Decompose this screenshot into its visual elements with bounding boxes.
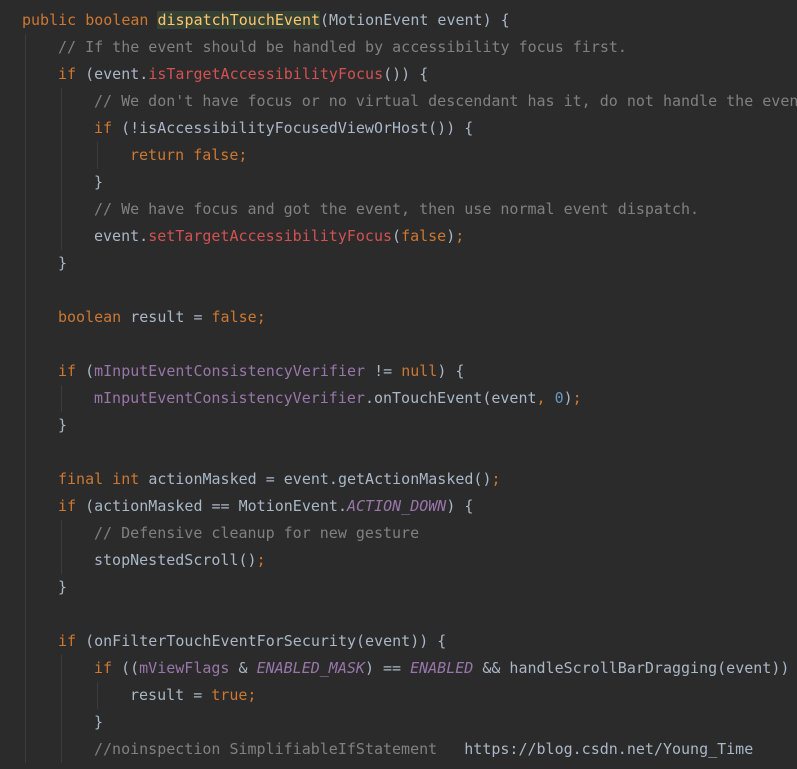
code-token: https://blog.csdn.net/Young_Time xyxy=(437,740,754,758)
code-token: if xyxy=(58,497,86,515)
code-token: ) { xyxy=(437,362,465,380)
code-token: return false xyxy=(130,146,239,164)
code-token: .onTouchEvent(event xyxy=(364,389,537,407)
code-token: ) xyxy=(563,389,573,407)
code-line[interactable]: } xyxy=(0,709,797,736)
code-token: if xyxy=(58,362,86,380)
code-token: & xyxy=(229,659,257,677)
code-token: != xyxy=(365,362,402,380)
code-token: } xyxy=(58,416,68,434)
code-token: && handleScrollBarDragging(event)) { xyxy=(473,659,797,677)
code-token: ENABLED_MASK xyxy=(256,659,365,677)
code-token: event. xyxy=(94,227,149,245)
code-token: // If the event should be handled by acc… xyxy=(58,38,627,56)
code-editor[interactable]: public boolean dispatchTouchEvent(Motion… xyxy=(0,0,797,769)
code-token: , xyxy=(536,389,555,407)
code-token: mInputEventConsistencyVerifier xyxy=(94,362,366,380)
code-line[interactable]: event.setTargetAccessibilityFocus(false)… xyxy=(0,223,797,250)
code-line[interactable]: public boolean dispatchTouchEvent(Motion… xyxy=(0,7,797,34)
code-line[interactable]: stopNestedScroll(); xyxy=(0,547,797,574)
code-token: (onFilterTouchEventForSecurity(event)) { xyxy=(85,632,447,650)
code-token: public boolean xyxy=(22,11,158,29)
code-token: 0 xyxy=(554,389,564,407)
code-line[interactable]: if (actionMasked == MotionEvent.ACTION_D… xyxy=(0,493,797,520)
code-line[interactable]: } xyxy=(0,574,797,601)
code-token: stopNestedScroll() xyxy=(94,551,257,569)
code-token: ; xyxy=(455,227,465,245)
code-token: // We have focus and got the event, then… xyxy=(94,200,700,218)
code-line[interactable]: } xyxy=(0,250,797,277)
code-token: ENABLED xyxy=(410,659,474,677)
code-line[interactable]: // We don't have focus or no virtual des… xyxy=(0,88,797,115)
code-token: ; xyxy=(572,389,582,407)
code-token: if xyxy=(58,65,86,83)
code-line[interactable]: if (!isAccessibilityFocusedViewOrHost())… xyxy=(0,115,797,142)
code-line[interactable]: if ((mViewFlags & ENABLED_MASK) == ENABL… xyxy=(0,655,797,682)
code-token: ()) { xyxy=(383,65,429,83)
code-line[interactable] xyxy=(0,601,797,628)
code-line[interactable]: boolean result = false; xyxy=(0,304,797,331)
code-token: null xyxy=(401,362,438,380)
code-token: dispatchTouchEvent xyxy=(157,11,321,29)
code-token: mInputEventConsistencyVerifier xyxy=(94,389,365,407)
code-token: (( xyxy=(121,659,140,677)
code-token: //noinspection SimplifiableIfStatement xyxy=(94,740,438,758)
code-line[interactable]: return false; xyxy=(0,142,797,169)
code-line[interactable]: if (mInputEventConsistencyVerifier != nu… xyxy=(0,358,797,385)
code-token: result = xyxy=(130,686,212,704)
code-token: // Defensive cleanup for new gesture xyxy=(94,524,420,542)
code-line[interactable] xyxy=(0,331,797,358)
code-line[interactable]: result = true; xyxy=(0,682,797,709)
code-token: ( xyxy=(85,362,95,380)
code-line[interactable]: if (onFilterTouchEventForSecurity(event)… xyxy=(0,628,797,655)
code-line[interactable] xyxy=(0,277,797,304)
code-token: ; xyxy=(256,308,266,326)
code-token: ( xyxy=(392,227,402,245)
code-line[interactable]: final int actionMasked = event.getAction… xyxy=(0,466,797,493)
code-token: result = xyxy=(130,308,212,326)
code-token: ; xyxy=(247,686,257,704)
code-token: (actionMasked == MotionEvent. xyxy=(85,497,347,515)
code-token: ) == xyxy=(364,659,411,677)
code-token: if xyxy=(58,632,86,650)
code-token: actionMasked = event.getActionMasked() xyxy=(148,470,492,488)
code-token: isTargetAccessibilityFocus xyxy=(148,65,384,83)
code-token: false xyxy=(401,227,447,245)
code-token: mViewFlags xyxy=(139,659,230,677)
code-token: } xyxy=(58,578,68,596)
code-token: } xyxy=(94,713,104,731)
code-line[interactable]: } xyxy=(0,169,797,196)
code-token: (event. xyxy=(85,65,149,83)
code-token: (MotionEvent event) { xyxy=(320,11,510,29)
code-token: ACTION_DOWN xyxy=(347,497,447,515)
code-token: ) { xyxy=(446,497,474,515)
code-token: final int xyxy=(58,470,149,488)
code-token: } xyxy=(58,254,68,272)
code-line[interactable]: //noinspection SimplifiableIfStatement h… xyxy=(0,736,797,763)
code-token: // We don't have focus or no virtual des… xyxy=(94,92,797,110)
code-token: true xyxy=(211,686,248,704)
code-line[interactable]: // We have focus and got the event, then… xyxy=(0,196,797,223)
code-token: boolean xyxy=(58,308,131,326)
code-token: ) xyxy=(446,227,456,245)
code-token: false xyxy=(211,308,257,326)
code-token: if xyxy=(94,119,122,137)
code-line[interactable]: // If the event should be handled by acc… xyxy=(0,34,797,61)
code-line[interactable]: if (event.isTargetAccessibilityFocus()) … xyxy=(0,61,797,88)
code-token: setTargetAccessibilityFocus xyxy=(148,227,393,245)
code-line[interactable]: mInputEventConsistencyVerifier.onTouchEv… xyxy=(0,385,797,412)
code-line[interactable] xyxy=(0,439,797,466)
code-line[interactable]: } xyxy=(0,412,797,439)
code-token: if xyxy=(94,659,122,677)
code-token: ; xyxy=(256,551,266,569)
code-token: } xyxy=(94,173,104,191)
code-token: (!isAccessibilityFocusedViewOrHost()) { xyxy=(121,119,474,137)
code-token: ; xyxy=(238,146,248,164)
code-token: ; xyxy=(491,470,501,488)
code-line[interactable]: // Defensive cleanup for new gesture xyxy=(0,520,797,547)
